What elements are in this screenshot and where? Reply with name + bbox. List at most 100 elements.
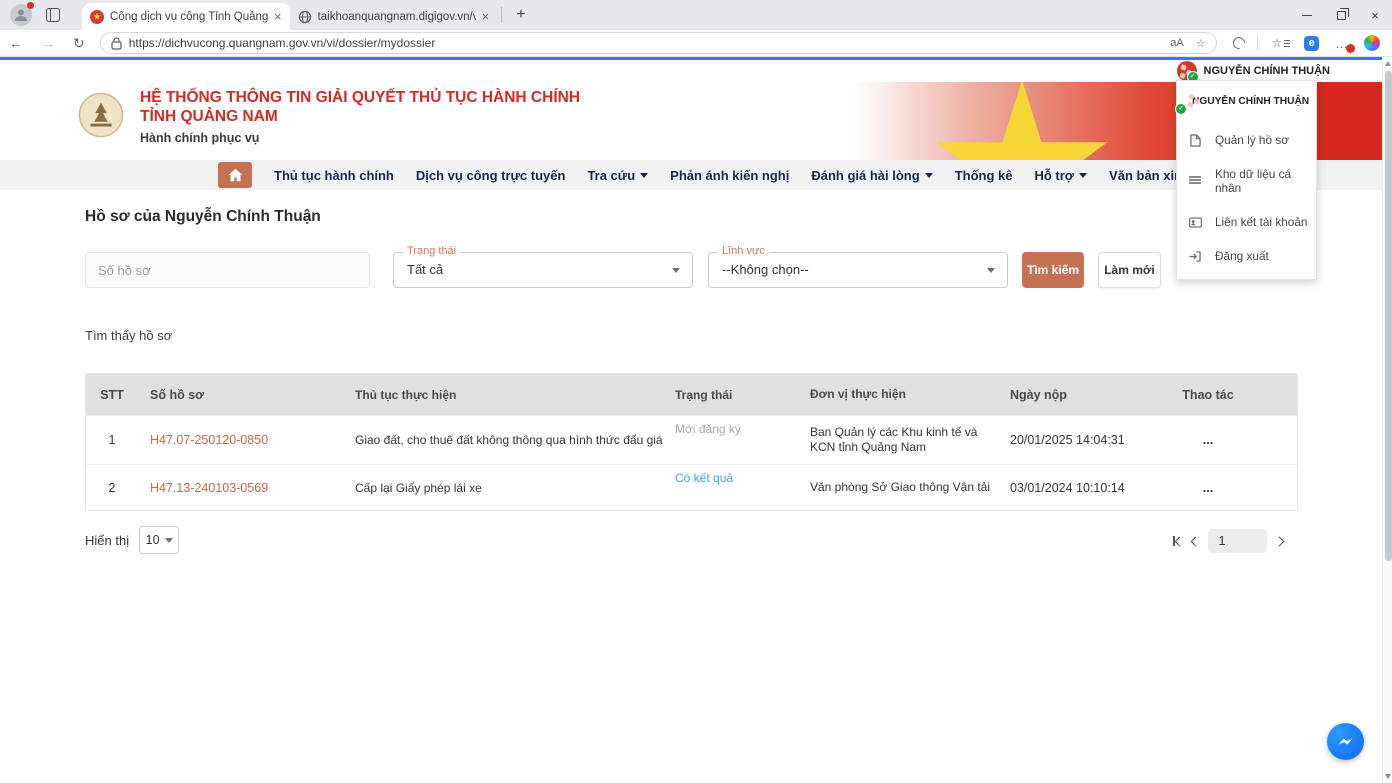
scroll-up-arrow[interactable] xyxy=(1385,61,1391,66)
menu-item-label: Đăng xuất xyxy=(1215,249,1269,263)
dossier-number-input[interactable] xyxy=(85,252,370,288)
browser-toolbar: ← → ↻ https://dichvucong.quangnam.gov.vn… xyxy=(0,30,1392,57)
page-scrollbar[interactable] xyxy=(1382,57,1392,783)
user-avatar xyxy=(1177,61,1197,81)
page-size-select[interactable]: 10 xyxy=(139,526,179,554)
col-header-unit: Đơn vị thực hiện xyxy=(798,387,998,402)
chevron-left-icon xyxy=(1174,536,1184,546)
status-select[interactable]: Trạng thái Tất cả xyxy=(393,252,693,288)
menu-item-lien-ket-tai-khoan[interactable]: Liên kết tài khoản xyxy=(1177,205,1316,239)
province-logo xyxy=(78,92,124,138)
row-actions-button[interactable]: ... xyxy=(1148,433,1268,447)
nav-item-ho-tro[interactable]: Hỗ trợ xyxy=(1034,168,1087,183)
scroll-down-arrow[interactable] xyxy=(1385,774,1391,779)
status-select-value: Tất cả xyxy=(407,262,443,277)
edge-e-icon[interactable]: e xyxy=(1304,36,1319,51)
flag-star-icon xyxy=(933,82,1111,160)
person-icon xyxy=(13,7,29,23)
lock-icon xyxy=(111,37,122,50)
user-dropdown-menu: NGUYỄN CHÍNH THUẬN Quản lý hồ sơ Kho dữ … xyxy=(1176,80,1317,280)
nav-label: Thủ tục hành chính xyxy=(274,168,394,183)
account-menu-trigger[interactable]: NGUYỄN CHÍNH THUẬN xyxy=(1177,61,1331,81)
forward-button[interactable]: → xyxy=(32,35,64,51)
account-strip: NGUYỄN CHÍNH THUẬN xyxy=(0,60,1392,82)
favorites-bar-icon[interactable]: ☆ xyxy=(1272,36,1291,50)
nav-item-danh-gia[interactable]: Đánh giá hài lòng xyxy=(811,168,932,183)
status-badge: Có kết quả xyxy=(675,471,733,485)
url-text: https://dichvucong.quangnam.gov.vn/vi/do… xyxy=(129,36,1159,50)
chevron-right-icon xyxy=(1274,537,1284,547)
scrollbar-thumb[interactable] xyxy=(1385,71,1392,561)
portal-favicon-icon xyxy=(90,10,104,24)
workspaces-icon[interactable] xyxy=(46,8,60,22)
status-select-label: Trạng thái xyxy=(403,245,460,257)
tab-title: taikhoanquangnam.digigov.vn/vi xyxy=(318,11,476,23)
pagination-bar: Hiển thị 10 1 xyxy=(85,523,1298,557)
globe-icon xyxy=(298,10,312,24)
nav-label: Phản ánh kiến nghị xyxy=(670,168,789,183)
refresh-button[interactable]: ↻ xyxy=(64,35,94,52)
nav-item-thong-ke[interactable]: Thống kê xyxy=(955,168,1013,183)
address-bar[interactable]: https://dichvucong.quangnam.gov.vn/vi/do… xyxy=(100,32,1217,54)
nav-item-dich-vu-cong[interactable]: Dịch vụ công trực tuyến xyxy=(416,168,566,183)
chevron-down-icon xyxy=(987,268,995,273)
tab-portal[interactable]: Cổng dịch vụ công Tỉnh Quảng N × xyxy=(82,3,290,30)
tab-close-icon[interactable]: × xyxy=(274,9,282,24)
col-header-code: Số hồ sơ xyxy=(138,388,343,402)
search-button[interactable]: Tìm kiếm xyxy=(1022,252,1084,288)
menu-item-label: Liên kết tài khoản xyxy=(1215,215,1307,229)
nav-item-tra-cuu[interactable]: Tra cứu xyxy=(587,168,648,183)
browser-profile-icon[interactable] xyxy=(10,4,32,26)
status-badge: Mới đăng ký xyxy=(675,422,741,436)
menu-item-label: Quản lý hồ sơ xyxy=(1215,133,1289,147)
user-menu-name: NGUYỄN CHÍNH THUẬN xyxy=(1192,96,1309,107)
chevron-left-icon xyxy=(1190,537,1200,547)
nav-label: Thống kê xyxy=(955,168,1013,183)
row-actions-button[interactable]: ... xyxy=(1148,481,1268,495)
back-button[interactable]: ← xyxy=(0,35,32,51)
field-select[interactable]: Lĩnh vực --Không chọn-- xyxy=(708,252,1008,288)
tab-close-icon[interactable]: × xyxy=(482,9,490,24)
new-tab-button[interactable]: + xyxy=(506,6,535,24)
site-subtitle: Hành chính phục vụ xyxy=(140,131,580,145)
field-select-label: Lĩnh vực xyxy=(718,245,769,257)
nav-item-phan-anh[interactable]: Phản ánh kiến nghị xyxy=(670,168,789,183)
window-close-button[interactable]: × xyxy=(1358,0,1392,30)
reset-button[interactable]: Làm mới xyxy=(1098,252,1161,288)
current-page-indicator[interactable]: 1 xyxy=(1208,529,1267,553)
copilot-icon[interactable] xyxy=(1364,35,1380,51)
menu-item-quan-ly-ho-so[interactable]: Quản lý hồ sơ xyxy=(1177,123,1316,157)
dossier-code-link[interactable]: H47.13-240103-0569 xyxy=(138,481,343,495)
menu-item-label: Kho dữ liệu cá nhân xyxy=(1215,167,1308,195)
page-size-label: Hiển thị xyxy=(85,533,129,548)
first-page-button[interactable] xyxy=(1173,536,1183,546)
file-icon xyxy=(1188,134,1202,147)
col-header-procedure: Thủ tục thực hiện xyxy=(343,388,663,402)
dossier-code-link[interactable]: H47.07-250120-0850 xyxy=(138,433,343,447)
menu-item-dang-xuat[interactable]: Đăng xuất xyxy=(1177,239,1316,273)
messenger-icon xyxy=(1335,731,1356,752)
messenger-chat-button[interactable] xyxy=(1327,723,1364,760)
procedure-name: Cấp lại Giấy phép lái xe xyxy=(343,481,663,495)
chevron-down-icon xyxy=(165,538,173,543)
collections-icon[interactable] xyxy=(1230,35,1247,52)
logout-icon xyxy=(1188,251,1202,262)
bookmark-star-icon[interactable]: ☆ xyxy=(1196,37,1206,50)
nav-home-button[interactable] xyxy=(218,162,252,188)
nav-label: Đánh giá hài lòng xyxy=(811,168,919,183)
next-page-button[interactable] xyxy=(1276,532,1283,550)
translate-icon[interactable]: aA xyxy=(1170,37,1183,49)
list-icon xyxy=(1188,176,1202,186)
user-menu-header: NGUYỄN CHÍNH THUẬN xyxy=(1177,81,1316,123)
window-restore-button[interactable] xyxy=(1324,0,1358,30)
field-select-value: --Không chọn-- xyxy=(722,262,809,277)
tab-title: Cổng dịch vụ công Tỉnh Quảng N xyxy=(110,11,268,23)
nav-item-thu-tuc[interactable]: Thủ tục hành chính xyxy=(274,168,394,183)
tab-account[interactable]: taikhoanquangnam.digigov.vn/vi × xyxy=(290,3,498,30)
procedure-name: Giao đất, cho thuê đất không thông qua h… xyxy=(343,433,663,447)
more-menu-icon[interactable]: … xyxy=(1335,36,1348,51)
menu-item-kho-du-lieu[interactable]: Kho dữ liệu cá nhân xyxy=(1177,157,1316,205)
prev-page-button[interactable] xyxy=(1192,532,1199,550)
star-glyph: ☆ xyxy=(1272,36,1283,50)
window-minimize-button[interactable] xyxy=(1290,0,1324,30)
